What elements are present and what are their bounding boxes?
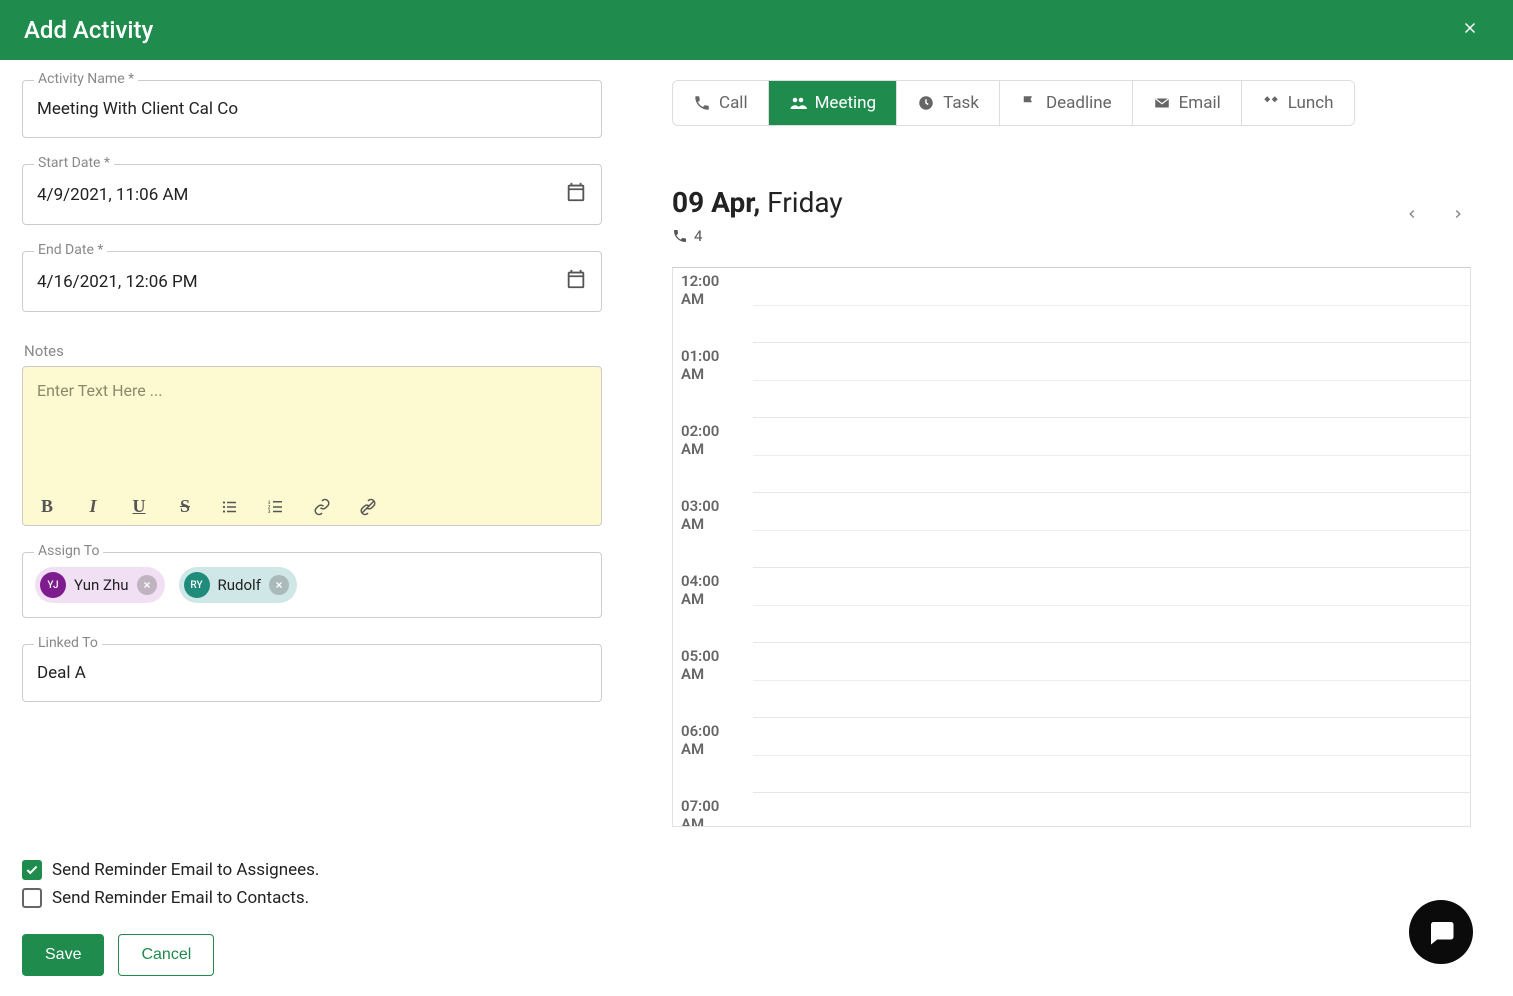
timeline-hour-row[interactable]: 03:00 AM (673, 493, 1470, 568)
end-date-label: End Date * (34, 242, 107, 258)
phone-icon (693, 94, 711, 112)
activity-type-call[interactable]: Call (673, 81, 769, 125)
numbered-list-icon[interactable]: 123 (267, 498, 287, 516)
unlink-icon[interactable] (359, 498, 379, 516)
activity-type-tabs: Call Meeting Task Deadline Email Lunch (672, 80, 1355, 126)
activity-type-deadline[interactable]: Deadline (1000, 81, 1133, 125)
remove-chip-icon[interactable] (269, 575, 289, 595)
timeline-hour-row[interactable]: 12:00 AM (673, 268, 1470, 343)
hour-slot[interactable] (753, 268, 1470, 343)
notes-label: Notes (22, 342, 602, 360)
activity-type-label: Deadline (1046, 93, 1112, 113)
underline-icon[interactable]: U (129, 496, 149, 517)
call-count: 4 (672, 227, 843, 245)
start-date-field: Start Date * 4/9/2021, 11:06 AM (22, 164, 602, 225)
avatar: YJ (40, 572, 66, 598)
timeline-hour-row[interactable]: 01:00 AM (673, 343, 1470, 418)
hour-slot[interactable] (753, 643, 1470, 718)
prev-day-button[interactable] (1399, 199, 1425, 232)
hour-label: 04:00 AM (673, 568, 753, 643)
timeline-hour-row[interactable]: 06:00 AM (673, 718, 1470, 793)
dialog-header: Add Activity (0, 0, 1513, 60)
flag-icon (1020, 94, 1038, 112)
activity-type-lunch[interactable]: Lunch (1242, 81, 1354, 125)
cancel-button[interactable]: Cancel (118, 934, 214, 976)
activity-type-label: Task (943, 93, 979, 113)
dialog-title: Add Activity (24, 16, 153, 44)
linked-to-input[interactable]: Deal A (22, 644, 602, 702)
people-icon (789, 94, 807, 112)
hour-label: 12:00 AM (673, 268, 753, 343)
notes-toolbar: B I U S 123 (23, 488, 601, 525)
bold-icon[interactable]: B (37, 496, 57, 517)
end-date-input[interactable]: 4/16/2021, 12:06 PM (22, 251, 602, 312)
activity-type-meeting[interactable]: Meeting (769, 81, 898, 125)
hour-slot[interactable] (753, 418, 1470, 493)
activity-type-task[interactable]: Task (897, 81, 1000, 125)
phone-icon (672, 228, 688, 244)
activity-name-label: Activity Name * (34, 71, 138, 87)
assignee-chip[interactable]: RY Rudolf (179, 567, 297, 603)
start-date-label: Start Date * (34, 155, 114, 171)
hour-label: 03:00 AM (673, 493, 753, 568)
activity-name-input[interactable]: Meeting With Client Cal Co (22, 80, 602, 138)
activity-type-label: Meeting (815, 93, 877, 113)
notes-editor: Enter Text Here ... B I U S 123 (22, 366, 602, 526)
reminder-contacts-checkbox[interactable]: Send Reminder Email to Contacts. (22, 888, 1491, 908)
timeline-hour-row[interactable]: 05:00 AM (673, 643, 1470, 718)
day-timeline[interactable]: 12:00 AM01:00 AM02:00 AM03:00 AM04:00 AM… (672, 267, 1471, 827)
clock-icon (917, 94, 935, 112)
activity-type-email[interactable]: Email (1133, 81, 1242, 125)
assign-to-field: Assign To YJYun ZhuRYRudolf (22, 552, 602, 618)
close-icon[interactable] (1451, 8, 1489, 52)
hour-slot[interactable] (753, 718, 1470, 793)
link-icon[interactable] (313, 498, 333, 516)
bullet-list-icon[interactable] (221, 498, 241, 516)
reminder-assignees-checkbox[interactable]: Send Reminder Email to Assignees. (22, 860, 1491, 880)
save-button[interactable]: Save (22, 934, 104, 976)
notes-textarea[interactable]: Enter Text Here ... (23, 367, 601, 488)
linked-to-label: Linked To (34, 635, 102, 651)
hour-label: 01:00 AM (673, 343, 753, 418)
hour-label: 06:00 AM (673, 718, 753, 793)
timeline-hour-row[interactable]: 07:00 AM (673, 793, 1470, 827)
notes-field-wrapper: Notes Enter Text Here ... B I U S 123 (22, 342, 602, 526)
mail-icon (1153, 94, 1171, 112)
hour-slot[interactable] (753, 493, 1470, 568)
calendar-date-heading: 09 Apr, Friday (672, 186, 843, 219)
assignee-name: Yun Zhu (74, 576, 129, 594)
assign-to-label: Assign To (34, 543, 103, 559)
assignee-chip[interactable]: YJ Yun Zhu (35, 567, 165, 603)
remove-chip-icon[interactable] (137, 575, 157, 595)
hour-label: 07:00 AM (673, 793, 753, 827)
utensils-icon (1262, 94, 1280, 112)
hour-slot[interactable] (753, 793, 1470, 827)
checkbox-checked-icon (22, 860, 42, 880)
linked-to-field: Linked To Deal A (22, 644, 602, 702)
hour-slot[interactable] (753, 343, 1470, 418)
activity-type-label: Lunch (1288, 93, 1334, 113)
italic-icon[interactable]: I (83, 496, 103, 517)
calendar-icon[interactable] (565, 268, 587, 295)
next-day-button[interactable] (1445, 199, 1471, 232)
activity-type-label: Call (719, 93, 748, 113)
activity-name-field: Activity Name * Meeting With Client Cal … (22, 80, 602, 138)
assignee-name: Rudolf (218, 576, 261, 594)
avatar: RY (184, 572, 210, 598)
svg-text:3: 3 (268, 509, 271, 515)
checkbox-empty-icon (22, 888, 42, 908)
hour-label: 02:00 AM (673, 418, 753, 493)
activity-type-label: Email (1179, 93, 1221, 113)
hour-label: 05:00 AM (673, 643, 753, 718)
end-date-field: End Date * 4/16/2021, 12:06 PM (22, 251, 602, 312)
timeline-hour-row[interactable]: 04:00 AM (673, 568, 1470, 643)
timeline-hour-row[interactable]: 02:00 AM (673, 418, 1470, 493)
assign-to-input[interactable]: YJ Yun Zhu RY Rudolf (22, 552, 602, 618)
chat-widget-button[interactable] (1409, 900, 1473, 964)
hour-slot[interactable] (753, 568, 1470, 643)
start-date-input[interactable]: 4/9/2021, 11:06 AM (22, 164, 602, 225)
calendar-icon[interactable] (565, 181, 587, 208)
strikethrough-icon[interactable]: S (175, 496, 195, 517)
